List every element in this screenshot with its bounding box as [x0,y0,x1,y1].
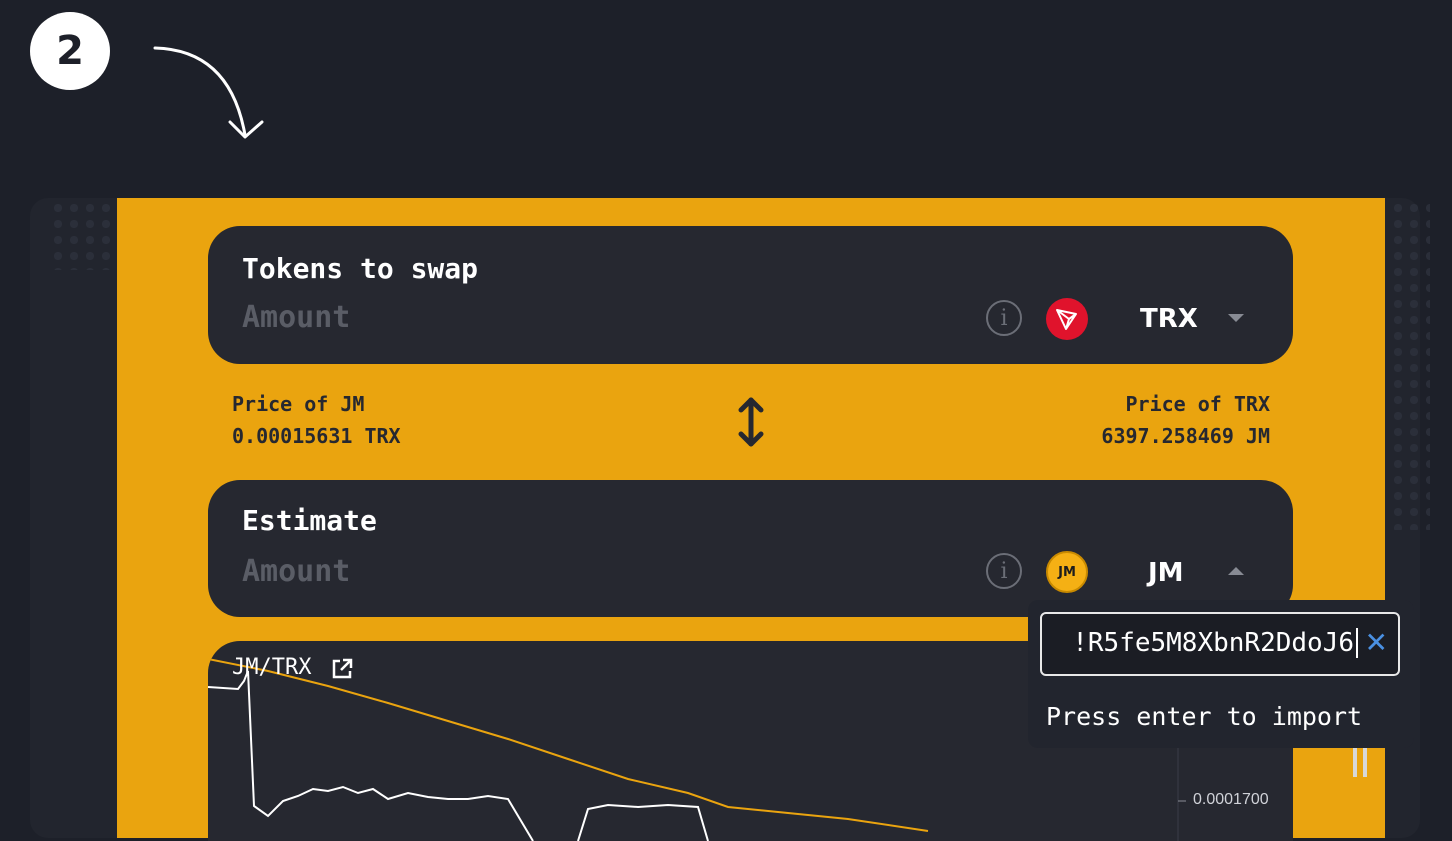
swap-card-title: Tokens to swap [242,252,479,285]
y-axis-tick-label: 0.0001700 [1193,791,1269,808]
estimate-card: Estimate i JM JM [208,480,1293,617]
token-address-input[interactable]: !R5fe5M8XbnR2DdoJ6 ✕ [1040,612,1400,676]
price-jm-label: Price of JM [232,392,365,416]
swap-card: Tokens to swap i TRX [208,226,1293,364]
token-select-label[interactable]: JM [1148,558,1184,588]
curved-arrow-icon [153,46,264,139]
external-link-icon[interactable] [330,657,354,681]
chevron-down-icon[interactable] [1228,314,1244,322]
pause-icon[interactable] [1350,745,1370,779]
import-hint: Press enter to import [1046,702,1363,731]
tron-logo-icon [1046,298,1088,340]
price-trx: Price of TRX 6397.258469 JM [1101,388,1270,452]
token-address-value[interactable]: !R5fe5M8XbnR2DdoJ6 [1072,628,1358,658]
jm-logo-icon: JM [1046,551,1088,593]
token-select-label[interactable]: TRX [1140,304,1198,334]
chevron-up-icon[interactable] [1228,567,1244,575]
info-icon[interactable]: i [986,300,1022,336]
swap-arrows-icon[interactable] [736,396,766,448]
clear-icon[interactable]: ✕ [1365,626,1388,659]
decorative-dots [50,200,120,270]
token-import-popup: !R5fe5M8XbnR2DdoJ6 ✕ Press enter to impo… [1028,600,1414,748]
decorative-dots [1390,200,1430,530]
estimate-card-title: Estimate [242,504,377,537]
chart-pair-label: JM/TRX [232,655,312,680]
estimate-amount-input[interactable] [242,554,542,589]
price-trx-value: 6397.258469 JM [1101,424,1270,448]
price-jm-value: 0.00015631 TRX [232,424,401,448]
price-jm: Price of JM 0.00015631 TRX [232,388,401,452]
info-icon[interactable]: i [986,553,1022,589]
price-trx-label: Price of TRX [1125,392,1271,416]
swap-amount-input[interactable] [242,300,542,335]
step-badge: 2 [30,12,110,90]
